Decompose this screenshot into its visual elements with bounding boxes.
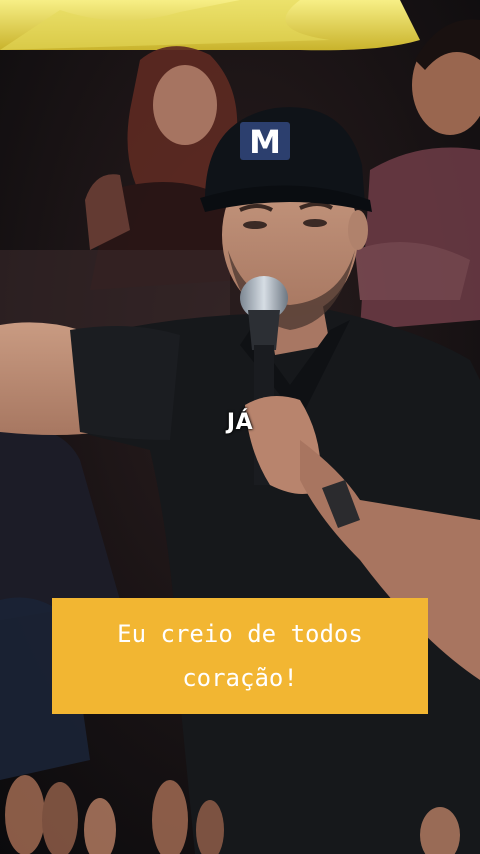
subtitle-word: JÁ: [226, 410, 254, 435]
cap-logo: M: [240, 122, 290, 161]
caption-box: Eu creio de todos coração!: [52, 598, 428, 714]
video-frame[interactable]: M JÁ Eu creio de todos coração!: [0, 0, 480, 854]
cap-logo-text: M: [249, 123, 281, 161]
caption-line-1: Eu creio de todos: [117, 620, 363, 648]
caption-line-2: coração!: [182, 664, 298, 692]
